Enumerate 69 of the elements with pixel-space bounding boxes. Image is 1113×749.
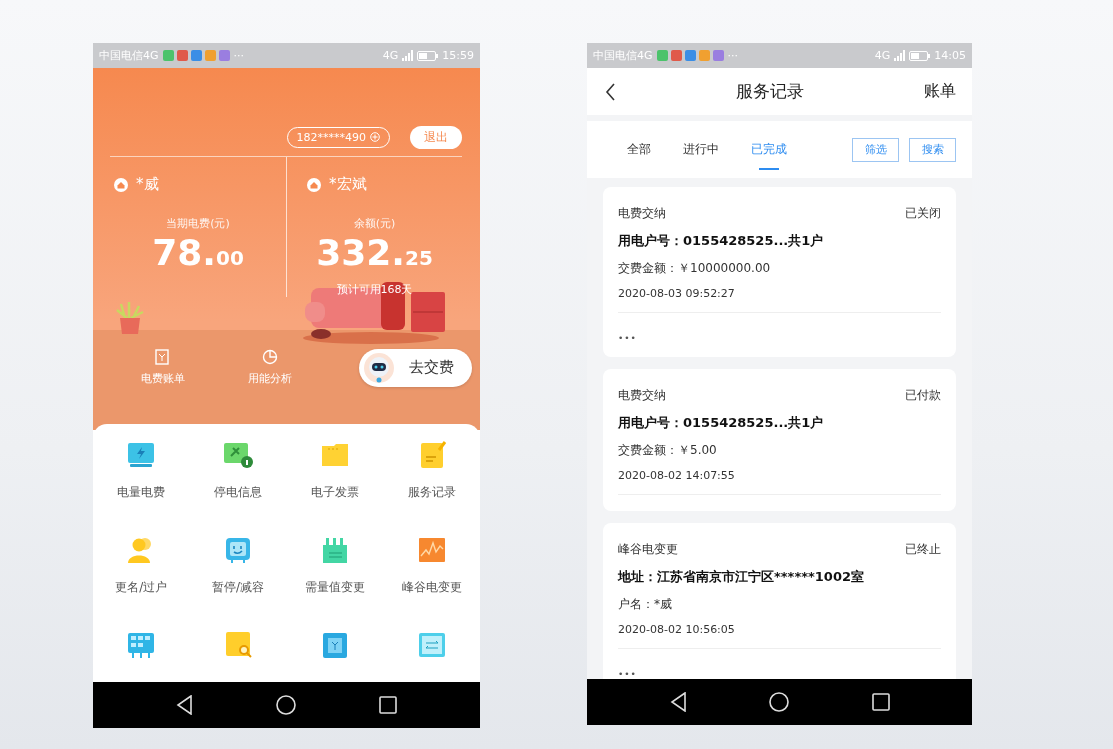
record-time: 2020-08-02 14:07:55 <box>618 469 941 495</box>
more-notifications: ··· <box>727 49 739 62</box>
more-dots[interactable]: ••• <box>618 333 637 343</box>
filter-tab[interactable]: 已完成 <box>751 121 787 178</box>
signal-icon <box>402 50 414 61</box>
screen-title: 服务记录 <box>734 80 805 103</box>
house-icon <box>114 177 128 192</box>
record-time: 2020-08-02 10:56:05 <box>618 623 941 649</box>
account-name: *威 <box>136 175 159 194</box>
back-button[interactable] <box>605 82 615 101</box>
record-card[interactable]: 峰谷电变更 已终止 地址：江苏省南京市江宁区******1002室 户名：*威 2020-08-02 10:56:05 ••• <box>603 523 956 679</box>
lightning-screen-icon <box>126 440 157 470</box>
service-item[interactable]: 服务记录 <box>383 434 480 517</box>
record-status: 已关闭 <box>905 205 941 222</box>
notification-icons-drawing <box>656 49 724 62</box>
more-dots[interactable]: ••• <box>618 669 637 679</box>
bill-link[interactable]: 账单 <box>924 81 956 102</box>
robot-icon <box>363 351 395 384</box>
filter-tab[interactable]: 进行中 <box>683 121 719 178</box>
service-item[interactable]: 更名/过户 <box>93 529 190 612</box>
service-item[interactable]: 电量电费 <box>93 434 190 517</box>
filter-button[interactable]: 筛选 <box>852 137 899 162</box>
record-detail: 户名：*威 <box>618 596 673 613</box>
recents-icon[interactable] <box>379 696 397 714</box>
bill-icon <box>155 349 171 365</box>
service-item[interactable]: 需量值变更 <box>286 529 384 612</box>
service-item[interactable]: 停电信息 <box>189 434 287 517</box>
record-status: 已付款 <box>905 387 941 404</box>
filter-tab[interactable]: 全部 <box>627 121 651 178</box>
wave-chart-icon <box>416 535 447 565</box>
record-status: 已终止 <box>905 541 941 558</box>
record-title: 用电户号：0155428525...共1户 <box>618 414 825 432</box>
amount-value: 332.25 <box>316 233 433 275</box>
signal-icon <box>894 50 906 61</box>
battery-icon <box>909 50 931 61</box>
pie-chart-icon <box>262 349 278 365</box>
home-icon[interactable] <box>276 695 296 715</box>
record-title: 地址：江苏省南京市江宁区******1002室 <box>618 568 865 586</box>
service-item[interactable]: 峰谷电变更 <box>383 529 480 612</box>
more-notifications: ··· <box>233 49 245 62</box>
amount-label: 余额(元) <box>353 216 396 231</box>
amount-value: 78.00 <box>152 233 244 275</box>
chevron-left-icon <box>605 82 615 101</box>
back-icon[interactable] <box>176 695 193 715</box>
service-item[interactable]: 暂停/减容 <box>189 529 287 612</box>
account-name: *宏斌 <box>329 175 367 194</box>
notification-icons-drawing <box>162 49 230 62</box>
potted-plant-drawing <box>115 300 145 334</box>
search-button[interactable]: 搜索 <box>909 137 956 162</box>
record-card[interactable]: 电费交纳 已关闭 用电户号：0155428525...共1户 交费金额：￥10000000.00 2020-08-03 09:52:27 ••• <box>603 187 956 357</box>
back-icon[interactable] <box>669 692 687 712</box>
record-detail: 交费金额：￥5.00 <box>618 442 718 459</box>
exchange-card-icon <box>416 630 447 660</box>
record-type: 电费交纳 <box>618 387 666 404</box>
plug-icon <box>223 440 254 470</box>
record-detail: 交费金额：￥10000000.00 <box>618 260 772 277</box>
record-time: 2020-08-03 09:52:27 <box>618 287 941 313</box>
recents-icon[interactable] <box>871 693 890 711</box>
record-type: 电费交纳 <box>618 205 666 222</box>
record-type: 峰谷电变更 <box>618 541 678 558</box>
amount-label: 当期电费(元) <box>166 216 230 231</box>
service-item[interactable]: 电子发票 <box>286 434 384 517</box>
record-card[interactable]: 电费交纳 已付款 用电户号：0155428525...共1户 交费金额：￥5.00 2020-08-02 14:07:55 <box>603 369 956 511</box>
home-icon[interactable] <box>769 692 789 712</box>
panel-grid-icon <box>126 630 157 660</box>
magnifier-box-icon <box>223 630 254 660</box>
battery-icon <box>417 50 439 61</box>
house-icon <box>307 177 321 192</box>
record-title: 用电户号：0155428525...共1户 <box>618 232 825 250</box>
